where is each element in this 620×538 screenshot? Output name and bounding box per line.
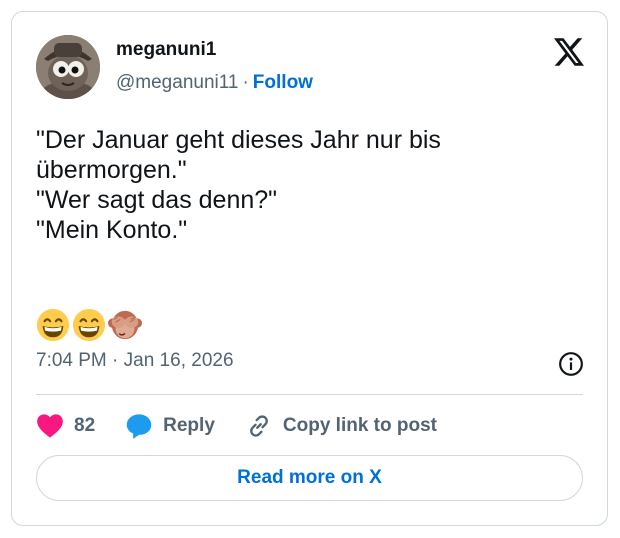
post-timestamp[interactable]: 7:04 PM · Jan 16, 2026 <box>36 350 234 372</box>
author-avatar[interactable] <box>36 35 100 99</box>
grinning-face-icon <box>72 308 106 342</box>
like-count: 82 <box>74 415 96 436</box>
heart-icon <box>37 414 63 438</box>
follow-link[interactable]: Follow <box>253 72 313 93</box>
read-more-button[interactable]: Read more on X <box>36 455 583 501</box>
post-text-line: "Der Januar geht dieses Jahr nur bis <box>36 126 441 154</box>
author-display-name[interactable]: meganuni1 <box>116 39 216 61</box>
post-actions: 82 Reply Copy link to post <box>36 410 467 442</box>
like-button[interactable]: 82 <box>36 413 95 439</box>
see-no-evil-monkey-icon <box>108 310 142 340</box>
link-icon <box>249 415 268 437</box>
avatar-image <box>36 35 100 99</box>
copy-link-button[interactable]: Copy link to post <box>245 412 437 440</box>
grinning-face-icon <box>36 308 70 342</box>
divider <box>36 394 583 395</box>
x-logo-icon[interactable] <box>554 38 584 66</box>
post-text: "Der Januar geht dieses Jahr nur bis übe… <box>36 125 576 245</box>
reply-label: Reply <box>163 415 215 436</box>
reply-button[interactable]: Reply <box>125 412 215 440</box>
author-handle-row: @meganuni11 · Follow <box>116 72 313 94</box>
emoji-row <box>36 308 142 342</box>
reply-bubble-icon <box>126 414 152 439</box>
post-text-line: übermorgen." <box>36 156 187 184</box>
info-icon[interactable] <box>558 351 584 377</box>
separator-dot: · <box>242 72 249 93</box>
embedded-post-card: meganuni1 @meganuni11 · Follow "Der Januar… <box>11 11 608 526</box>
author-handle[interactable]: @meganuni11 <box>116 72 238 93</box>
post-text-line: "Mein Konto." <box>36 216 188 244</box>
post-text-line: "Wer sagt das denn?" <box>36 186 278 214</box>
copy-link-label: Copy link to post <box>282 415 437 436</box>
